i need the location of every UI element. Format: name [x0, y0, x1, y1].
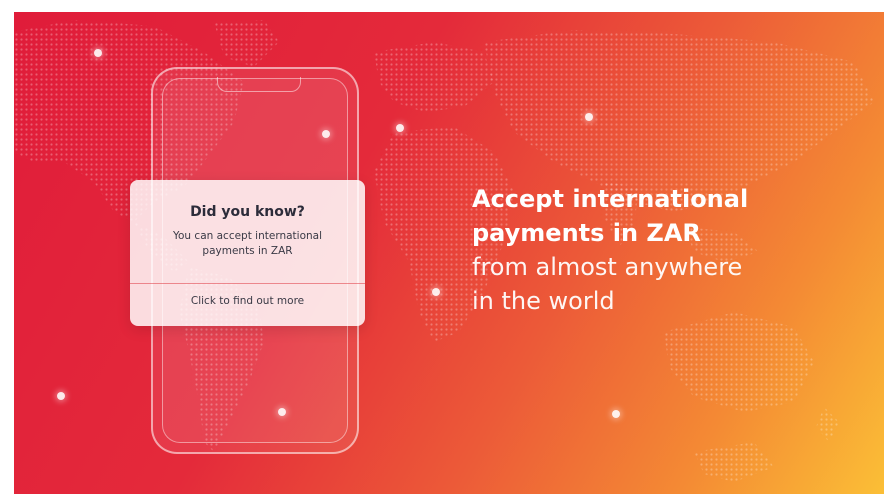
- location-dot: [94, 49, 102, 57]
- find-out-more-link[interactable]: Click to find out more: [130, 295, 365, 307]
- location-dot: [612, 410, 620, 418]
- headline: Accept international payments in ZAR fro…: [472, 182, 872, 318]
- location-dot: [57, 392, 65, 400]
- headline-light-line: from almost anywhere: [472, 253, 743, 281]
- headline-bold-line: payments in ZAR: [472, 219, 701, 247]
- card-body-line: You can accept international: [172, 230, 323, 242]
- card-title: Did you know?: [190, 204, 305, 220]
- headline-light-line: in the world: [472, 287, 615, 315]
- location-dot: [585, 113, 593, 121]
- headline-bold-line: Accept international: [472, 185, 749, 213]
- phone-notch: [217, 77, 301, 92]
- card-divider: [130, 283, 365, 284]
- promo-banner: Did you know? You can accept internation…: [14, 12, 884, 494]
- location-dot: [432, 288, 440, 296]
- did-you-know-card[interactable]: Did you know? You can accept internation…: [130, 180, 365, 326]
- card-body-line: payments in ZAR: [202, 245, 293, 257]
- location-dot: [396, 124, 404, 132]
- card-body: You can accept international payments in…: [140, 229, 355, 259]
